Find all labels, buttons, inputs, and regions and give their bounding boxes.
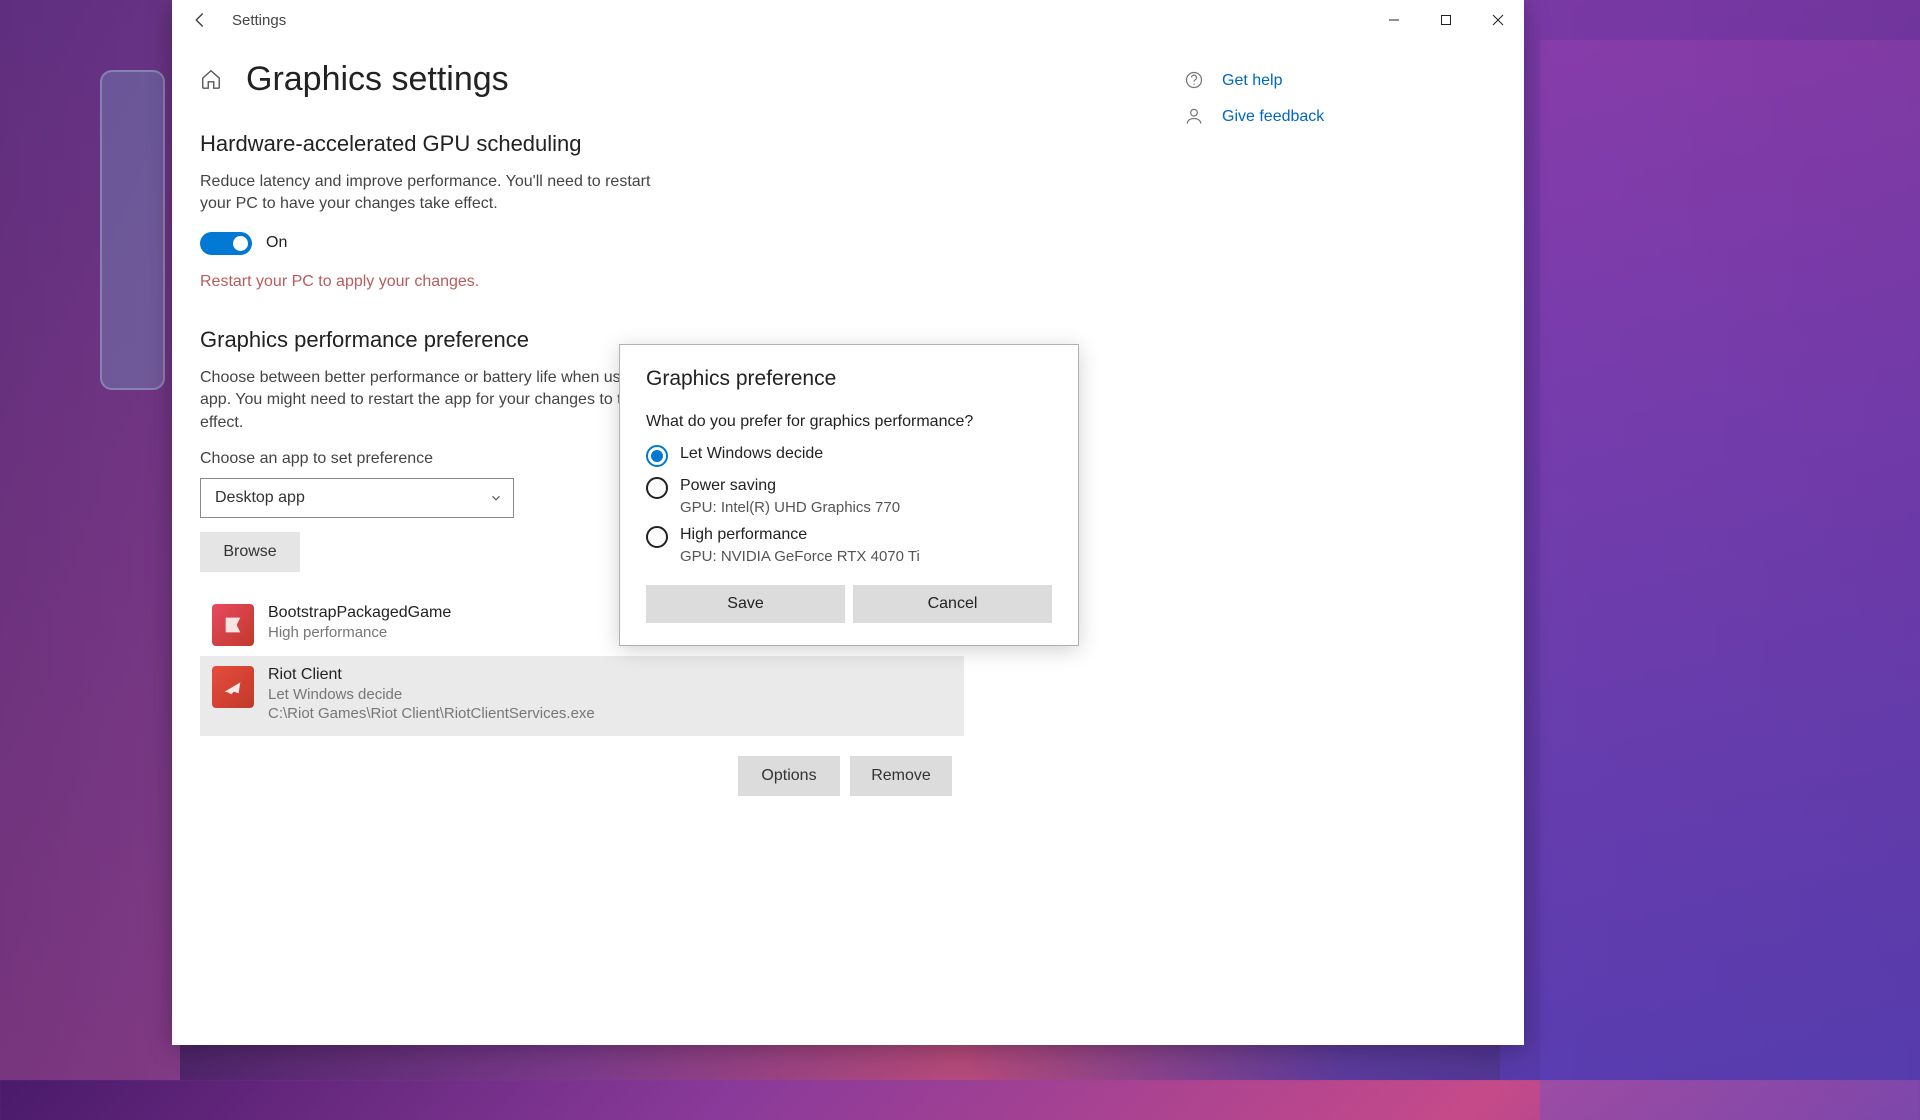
maximize-button[interactable] xyxy=(1420,0,1472,40)
toggle-state-label: On xyxy=(266,234,287,252)
chevron-down-icon xyxy=(489,491,503,505)
radio-high-performance[interactable]: High performance GPU: NVIDIA GeForce RTX… xyxy=(646,526,1052,565)
radio-sublabel: GPU: Intel(R) UHD Graphics 770 xyxy=(680,499,900,516)
app-actions: Options Remove xyxy=(200,756,964,796)
gpu-scheduling-toggle-row: On xyxy=(200,232,964,255)
help-icon xyxy=(1184,70,1206,92)
help-sidebar: Get help Give feedback xyxy=(1184,70,1404,142)
bg-panel-decor xyxy=(100,70,165,390)
app-icon xyxy=(212,604,254,646)
page-title: Graphics settings xyxy=(246,60,509,99)
app-name: Riot Client xyxy=(268,666,952,684)
dialog-question: What do you prefer for graphics performa… xyxy=(646,413,1052,431)
get-help-link[interactable]: Get help xyxy=(1184,70,1404,92)
options-button[interactable]: Options xyxy=(738,756,840,796)
radio-indicator xyxy=(646,477,668,499)
app-info: Riot Client Let Windows decide C:\Riot G… xyxy=(268,666,952,722)
app-icon xyxy=(212,666,254,708)
titlebar: Settings xyxy=(172,0,1524,40)
graphics-preference-dialog: Graphics preference What do you prefer f… xyxy=(619,344,1079,646)
window-controls xyxy=(1368,0,1524,40)
settings-window: Settings Graphics settings Hardware-acce… xyxy=(172,0,1524,1045)
give-feedback-link[interactable]: Give feedback xyxy=(1184,106,1404,128)
feedback-icon xyxy=(1184,106,1206,128)
give-feedback-label: Give feedback xyxy=(1222,108,1324,126)
app-path: C:\Riot Games\Riot Client\RiotClientServ… xyxy=(268,705,952,722)
restart-note: Restart your PC to apply your changes. xyxy=(200,273,964,291)
radio-label: Let Windows decide xyxy=(680,445,823,463)
radio-indicator xyxy=(646,526,668,548)
page-header: Graphics settings xyxy=(200,60,964,99)
radio-label: High performance xyxy=(680,526,920,544)
bg-panel-decor xyxy=(1540,40,1920,1120)
save-button[interactable]: Save xyxy=(646,585,845,623)
gpu-scheduling-toggle[interactable] xyxy=(200,232,252,255)
radio-label: Power saving xyxy=(680,477,900,495)
app-pref: Let Windows decide xyxy=(268,686,952,703)
close-icon xyxy=(1492,14,1504,26)
app-list-item[interactable]: Riot Client Let Windows decide C:\Riot G… xyxy=(200,656,964,736)
get-help-label: Get help xyxy=(1222,72,1282,90)
close-button[interactable] xyxy=(1472,0,1524,40)
arrow-left-icon xyxy=(191,11,209,29)
back-button[interactable] xyxy=(184,4,216,36)
gpu-scheduling-heading: Hardware-accelerated GPU scheduling xyxy=(200,131,964,157)
radio-let-windows-decide[interactable]: Let Windows decide xyxy=(646,445,1052,467)
home-icon[interactable] xyxy=(200,68,224,92)
remove-button[interactable]: Remove xyxy=(850,756,952,796)
maximize-icon xyxy=(1440,14,1452,26)
app-type-dropdown[interactable]: Desktop app xyxy=(200,478,514,518)
dialog-title: Graphics preference xyxy=(646,367,1052,391)
radio-power-saving[interactable]: Power saving GPU: Intel(R) UHD Graphics … xyxy=(646,477,1052,516)
dialog-buttons: Save Cancel xyxy=(646,585,1052,623)
minimize-icon xyxy=(1388,14,1400,26)
radio-indicator xyxy=(646,445,668,467)
cancel-button[interactable]: Cancel xyxy=(853,585,1052,623)
radio-group: Let Windows decide Power saving GPU: Int… xyxy=(646,445,1052,565)
gpu-scheduling-description: Reduce latency and improve performance. … xyxy=(200,171,680,216)
window-title: Settings xyxy=(232,12,286,29)
radio-sublabel: GPU: NVIDIA GeForce RTX 4070 Ti xyxy=(680,548,920,565)
browse-button[interactable]: Browse xyxy=(200,532,300,572)
dropdown-value: Desktop app xyxy=(215,489,305,507)
minimize-button[interactable] xyxy=(1368,0,1420,40)
perf-pref-description: Choose between better performance or bat… xyxy=(200,367,680,434)
